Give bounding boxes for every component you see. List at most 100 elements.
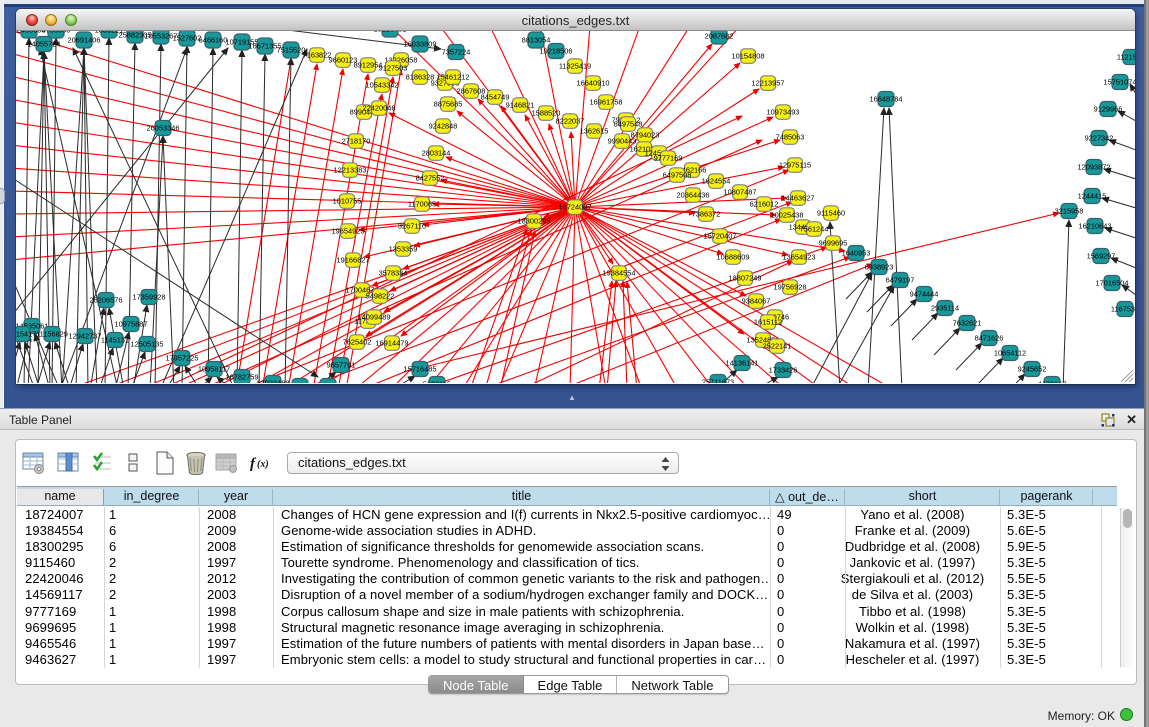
svg-text:26206576: 26206576 <box>90 296 123 305</box>
svg-text:3578334: 3578334 <box>379 269 408 278</box>
svg-text:16210643: 16210643 <box>1079 222 1112 231</box>
svg-text:17016504: 17016504 <box>1096 279 1129 288</box>
svg-text:10543342: 10543342 <box>366 81 399 90</box>
svg-text:8489709: 8489709 <box>314 382 343 384</box>
svg-text:14463627: 14463627 <box>782 194 815 203</box>
svg-text:6479197: 6479197 <box>886 276 915 285</box>
svg-text:9915417: 9915417 <box>16 330 36 339</box>
svg-text:1167534: 1167534 <box>1111 305 1135 314</box>
svg-text:9657791: 9657791 <box>327 361 356 370</box>
svg-text:3215958: 3215958 <box>1055 207 1084 216</box>
svg-text:10654112: 10654112 <box>994 349 1026 358</box>
svg-text:2522141: 2522141 <box>763 342 792 351</box>
svg-text:14136141: 14136141 <box>726 359 759 368</box>
svg-text:1170065: 1170065 <box>408 200 436 209</box>
svg-text:16648784: 16648784 <box>870 95 903 104</box>
svg-text:9384067: 9384067 <box>742 297 771 306</box>
svg-text:9146821: 9146821 <box>506 101 535 110</box>
svg-text:17359928: 17359928 <box>133 293 166 302</box>
svg-text:1121544: 1121544 <box>1117 53 1135 62</box>
svg-text:12093872: 12093872 <box>1078 163 1111 172</box>
svg-text:4439167: 4439167 <box>1038 380 1067 384</box>
svg-text:6938923: 6938923 <box>865 263 894 272</box>
svg-text:4735650: 4735650 <box>42 31 71 35</box>
svg-text:18300295: 18300295 <box>518 217 551 226</box>
svg-text:1733426: 1733426 <box>769 366 798 375</box>
svg-text:11156829: 11156829 <box>36 330 68 339</box>
svg-text:7632621: 7632621 <box>953 319 982 328</box>
svg-text:7386372: 7386372 <box>692 210 721 219</box>
svg-text:16961758: 16961758 <box>590 98 623 107</box>
svg-text:8794023: 8794023 <box>631 131 660 140</box>
svg-text:12213957: 12213957 <box>752 79 785 88</box>
svg-text:f: f <box>250 456 257 472</box>
svg-text:10228452: 10228452 <box>374 31 407 34</box>
svg-text:15720407: 15720407 <box>704 232 737 241</box>
svg-text:15751074: 15751074 <box>1104 78 1135 87</box>
svg-text:9474444: 9474444 <box>910 290 939 299</box>
svg-text:19756928: 19756928 <box>774 283 807 292</box>
svg-text:6466160: 6466160 <box>199 36 228 45</box>
svg-text:5498222: 5498222 <box>366 292 395 301</box>
svg-text:16033809: 16033809 <box>404 40 437 49</box>
svg-text:9777169: 9777169 <box>654 154 683 163</box>
svg-text:18724007: 18724007 <box>559 203 592 212</box>
svg-text:10807487: 10807487 <box>724 188 757 197</box>
svg-text:15716485: 15716485 <box>404 365 437 374</box>
svg-text:7625402: 7625402 <box>343 338 372 347</box>
svg-text:1353359: 1353359 <box>389 245 418 254</box>
svg-text:6216012: 6216012 <box>750 200 779 209</box>
svg-text:1569297: 1569297 <box>1087 252 1116 261</box>
svg-text:9129966: 9129966 <box>1094 105 1123 114</box>
svg-text:2718170: 2718170 <box>342 137 371 146</box>
svg-text:6497508: 6497508 <box>663 171 692 180</box>
svg-text:12923468: 12923468 <box>257 379 290 384</box>
svg-text:9217207: 9217207 <box>286 382 315 384</box>
svg-text:19166827: 19166827 <box>337 256 370 265</box>
svg-text:16782759: 16782759 <box>226 373 259 382</box>
svg-text:9245652: 9245652 <box>1018 365 1047 374</box>
svg-text:14099489: 14099489 <box>358 313 391 322</box>
svg-text:16640910: 16640910 <box>577 79 610 88</box>
svg-text:7515520: 7515520 <box>277 46 306 55</box>
svg-text:2803144: 2803144 <box>422 149 451 158</box>
svg-text:13654923: 13654923 <box>783 253 816 262</box>
svg-text:2935114: 2935114 <box>931 304 959 313</box>
svg-text:12505135: 12505135 <box>131 340 164 349</box>
svg-text:3267110: 3267110 <box>398 222 426 231</box>
svg-text:10973493: 10973493 <box>767 108 800 117</box>
svg-text:10154808: 10154808 <box>732 52 765 61</box>
svg-text:16914479: 16914479 <box>376 339 409 348</box>
svg-text:17957225: 17957225 <box>166 354 199 363</box>
svg-text:7561244: 7561244 <box>800 225 829 234</box>
svg-text:7163822: 7163822 <box>303 51 332 60</box>
svg-text:8813054: 8813054 <box>522 36 551 45</box>
svg-text:1244415: 1244415 <box>1078 192 1107 201</box>
svg-text:9699695: 9699695 <box>819 239 848 248</box>
svg-text:20364436: 20364436 <box>677 191 710 200</box>
svg-text:1362615: 1362615 <box>580 127 609 136</box>
svg-text:19654925: 19654925 <box>332 227 365 236</box>
svg-text:22420046: 22420046 <box>363 104 396 113</box>
svg-text:(x): (x) <box>257 459 269 470</box>
svg-text:9115460: 9115460 <box>817 209 845 218</box>
svg-text:6497548: 6497548 <box>614 120 643 129</box>
svg-text:11325419: 11325419 <box>559 62 591 71</box>
svg-text:18807249: 18807249 <box>729 274 762 283</box>
svg-text:12975115: 12975115 <box>779 161 811 170</box>
svg-text:1010755: 1010755 <box>333 197 362 206</box>
svg-text:15461212: 15461212 <box>437 73 470 82</box>
svg-text:9127503: 9127503 <box>379 64 408 73</box>
svg-text:10025438: 10025438 <box>771 211 804 220</box>
svg-text:19384554: 19384554 <box>603 269 636 278</box>
svg-text:1615112: 1615112 <box>754 318 782 327</box>
svg-text:12942737: 12942737 <box>69 332 102 341</box>
svg-text:1527602: 1527602 <box>173 34 202 43</box>
svg-text:9242848: 9242848 <box>429 122 458 131</box>
svg-text:9227342: 9227342 <box>1085 134 1114 143</box>
svg-text:12213383: 12213383 <box>334 166 367 175</box>
svg-text:14055724: 14055724 <box>28 40 61 49</box>
svg-text:25711873: 25711873 <box>702 378 734 384</box>
svg-text:8222037: 8222037 <box>556 117 585 126</box>
svg-text:26053346: 26053346 <box>147 124 180 133</box>
